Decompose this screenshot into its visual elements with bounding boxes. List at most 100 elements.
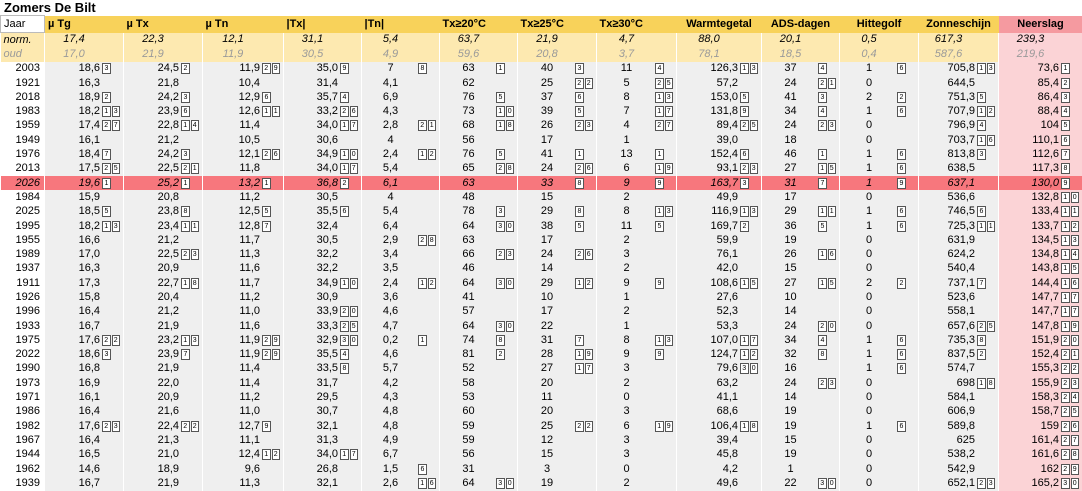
value-cell[interactable]: 99: [597, 176, 677, 190]
value-cell[interactable]: 15: [762, 262, 840, 276]
value-cell[interactable]: 4,6: [362, 305, 440, 319]
value-cell[interactable]: 17,525: [45, 162, 124, 176]
value-cell[interactable]: 45,8: [677, 448, 762, 462]
value-cell[interactable]: 30,6: [284, 133, 362, 147]
value-cell[interactable]: 14: [762, 305, 840, 319]
value-cell[interactable]: 16,1: [45, 390, 124, 404]
value-cell[interactable]: 2: [597, 376, 677, 390]
value-cell[interactable]: 108,615: [677, 276, 762, 290]
year-cell[interactable]: 1986: [1, 405, 45, 419]
value-cell[interactable]: 16: [840, 419, 919, 433]
year-cell[interactable]: 1996: [1, 305, 45, 319]
value-cell[interactable]: 16,9: [45, 376, 124, 390]
value-cell[interactable]: 813,83: [919, 147, 999, 161]
value-cell[interactable]: 2912: [518, 276, 597, 290]
value-cell[interactable]: 374: [762, 62, 840, 76]
value-cell[interactable]: 6430: [440, 219, 518, 233]
value-cell[interactable]: 112,67: [999, 147, 1082, 161]
value-cell[interactable]: 131,89: [677, 104, 762, 118]
value-cell[interactable]: 619: [597, 419, 677, 433]
value-cell[interactable]: 4,9: [362, 47, 440, 61]
value-cell[interactable]: 19: [762, 233, 840, 247]
value-cell[interactable]: 31,1: [284, 33, 362, 48]
value-cell[interactable]: 606,9: [919, 405, 999, 419]
value-cell[interactable]: 523,6: [919, 290, 999, 304]
value-cell[interactable]: 631: [440, 62, 518, 76]
value-cell[interactable]: 17,3: [45, 276, 124, 290]
value-cell[interactable]: 35,74: [284, 90, 362, 104]
value-cell[interactable]: 365: [762, 219, 840, 233]
value-cell[interactable]: 376: [518, 90, 597, 104]
value-cell[interactable]: 219,6: [999, 47, 1082, 61]
value-cell[interactable]: 0: [840, 190, 919, 204]
value-cell[interactable]: 11,4: [203, 362, 284, 376]
year-cell[interactable]: 1933: [1, 319, 45, 333]
value-cell[interactable]: 33,920: [284, 305, 362, 319]
value-cell[interactable]: 4,6: [362, 348, 440, 362]
value-cell[interactable]: 16,7: [45, 476, 124, 490]
value-cell[interactable]: 153,05: [677, 90, 762, 104]
value-cell[interactable]: 6,4: [362, 219, 440, 233]
value-cell[interactable]: 3: [597, 448, 677, 462]
value-cell[interactable]: 78: [362, 62, 440, 76]
value-cell[interactable]: 22,422: [124, 419, 203, 433]
value-cell[interactable]: 1: [597, 290, 677, 304]
value-cell[interactable]: 15: [762, 433, 840, 447]
value-cell[interactable]: 20,8: [124, 190, 203, 204]
value-cell[interactable]: 59: [440, 419, 518, 433]
value-cell[interactable]: 132,810: [999, 190, 1082, 204]
value-cell[interactable]: 110,16: [999, 133, 1082, 147]
value-cell[interactable]: 16,5: [45, 448, 124, 462]
value-cell[interactable]: 5,4: [362, 33, 440, 48]
year-cell[interactable]: 1962: [1, 462, 45, 476]
value-cell[interactable]: 0: [840, 462, 919, 476]
value-cell[interactable]: 36,82: [284, 176, 362, 190]
value-cell[interactable]: 114: [597, 62, 677, 76]
value-cell[interactable]: 11,2: [203, 390, 284, 404]
value-cell[interactable]: 4,8: [362, 405, 440, 419]
value-cell[interactable]: 60: [440, 405, 518, 419]
value-cell[interactable]: 16,4: [45, 405, 124, 419]
value-cell[interactable]: 328: [762, 348, 840, 362]
value-cell[interactable]: 22: [518, 319, 597, 333]
value-cell[interactable]: 0,5: [840, 33, 919, 48]
value-cell[interactable]: 16,3: [45, 262, 124, 276]
value-cell[interactable]: 32,1: [284, 419, 362, 433]
value-cell[interactable]: 17: [518, 133, 597, 147]
value-cell[interactable]: 63: [440, 176, 518, 190]
value-cell[interactable]: 4,7: [597, 33, 677, 48]
value-cell[interactable]: 19,61: [45, 176, 124, 190]
value-cell[interactable]: 765: [440, 90, 518, 104]
value-cell[interactable]: 6430: [440, 476, 518, 490]
value-cell[interactable]: 403: [518, 62, 597, 76]
value-cell[interactable]: 124,712: [677, 348, 762, 362]
value-cell[interactable]: 11,6: [203, 319, 284, 333]
value-cell[interactable]: 14,6: [45, 462, 124, 476]
value-cell[interactable]: 22,814: [124, 119, 203, 133]
value-cell[interactable]: 12: [518, 433, 597, 447]
value-cell[interactable]: 115: [597, 219, 677, 233]
value-cell[interactable]: 2: [597, 190, 677, 204]
value-cell[interactable]: 17,623: [45, 419, 124, 433]
value-cell[interactable]: 147,717: [999, 290, 1082, 304]
value-cell[interactable]: 22,521: [124, 162, 203, 176]
value-cell[interactable]: 4,3: [362, 104, 440, 118]
value-cell[interactable]: 11,1: [203, 433, 284, 447]
value-cell[interactable]: 76,1: [677, 247, 762, 261]
value-cell[interactable]: 33,325: [284, 319, 362, 333]
value-cell[interactable]: 0: [840, 290, 919, 304]
value-cell[interactable]: 16: [840, 333, 919, 347]
year-cell[interactable]: 2022: [1, 348, 45, 362]
value-cell[interactable]: 86,43: [999, 90, 1082, 104]
value-cell[interactable]: 46: [440, 262, 518, 276]
value-cell[interactable]: 619: [597, 162, 677, 176]
value-cell[interactable]: 0: [840, 76, 919, 90]
year-cell[interactable]: 2018: [1, 90, 45, 104]
value-cell[interactable]: 21,2: [124, 133, 203, 147]
value-cell[interactable]: 2: [597, 233, 677, 247]
value-cell[interactable]: 134,513: [999, 233, 1082, 247]
value-cell[interactable]: 574,7: [919, 362, 999, 376]
value-cell[interactable]: 12,87: [203, 219, 284, 233]
value-cell[interactable]: 63: [440, 233, 518, 247]
value-cell[interactable]: 1,56: [362, 462, 440, 476]
